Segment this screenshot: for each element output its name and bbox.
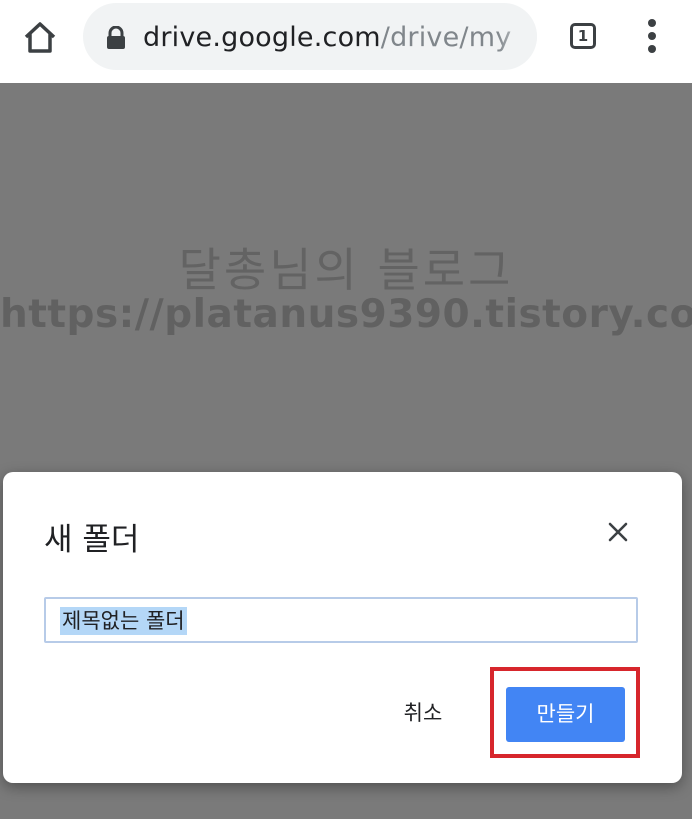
watermark-url: https://platanus9390.tistory.com	[0, 292, 692, 337]
more-vert-icon[interactable]	[640, 19, 666, 55]
url-text: drive.google.com/drive/my	[143, 21, 511, 55]
folder-name-value: 제목없는 폴더	[60, 607, 187, 635]
tab-count: 1	[570, 23, 596, 49]
browser-toolbar: drive.google.com/drive/my 1	[0, 0, 692, 83]
address-bar[interactable]: drive.google.com/drive/my	[83, 3, 537, 70]
highlight-annotation	[490, 667, 640, 758]
close-icon[interactable]	[606, 520, 630, 544]
watermark-title: 달총님의 블로그	[178, 243, 514, 297]
dialog-title: 새 폴더	[44, 522, 140, 558]
new-folder-dialog: 새 폴더 제목없는 폴더 취소 만들기	[3, 472, 682, 783]
lock-icon	[105, 25, 127, 50]
cancel-button[interactable]: 취소	[393, 688, 453, 738]
url-fade	[497, 3, 537, 70]
url-path: /drive/my	[380, 22, 512, 53]
home-icon[interactable]	[20, 18, 60, 58]
url-host: drive.google.com	[143, 22, 381, 53]
folder-name-input[interactable]: 제목없는 폴더	[44, 597, 638, 643]
tab-switcher-icon[interactable]: 1	[567, 20, 603, 56]
